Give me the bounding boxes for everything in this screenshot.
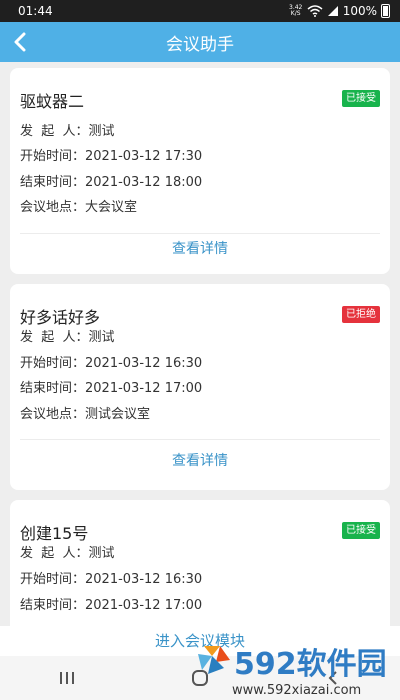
end-time-value: 2021-03-12 17:00: [85, 598, 203, 613]
initiator-value: 测试: [88, 546, 115, 561]
app-bar: 会议助手: [0, 22, 400, 62]
end-time-label: 结束时间：: [20, 175, 86, 190]
watermark-url: www.592xiazai.com: [232, 683, 361, 698]
start-time-value: 2021-03-12 16:30: [85, 572, 203, 587]
status-bar: 01:44 3.42 K/S 100%: [0, 0, 400, 22]
initiator-value: 测试: [88, 330, 115, 345]
recent-apps-button[interactable]: [37, 663, 97, 693]
watermark-logo: [198, 646, 230, 674]
end-time-value: 2021-03-12 18:00: [85, 175, 203, 190]
initiator-label: 发 起 人：: [20, 124, 89, 139]
view-details-link[interactable]: 查看详情: [10, 450, 390, 472]
meeting-title: 驱蚊器二: [20, 92, 85, 111]
end-time-value: 2021-03-12 17:00: [85, 381, 203, 396]
back-button[interactable]: [8, 28, 32, 56]
status-icons: 3.42 K/S 100%: [289, 4, 390, 18]
watermark-brand: 592软件园: [234, 647, 387, 682]
location-value: 测试会议室: [85, 407, 151, 422]
location-row: 会议地点：测试会议室: [20, 405, 150, 425]
start-time-label: 开始时间：: [20, 572, 86, 587]
initiator-value: 测试: [88, 124, 115, 139]
end-time-row: 结束时间：2021-03-12 17:00: [20, 596, 202, 616]
start-time-label: 开始时间：: [20, 149, 86, 164]
status-badge: 已接受: [342, 522, 380, 539]
site-watermark: 592软件园 www.592xiazai.com: [198, 646, 387, 698]
signal-icon: [327, 6, 338, 16]
location-row: 会议地点：大会议室: [20, 198, 137, 218]
start-time-row: 开始时间：2021-03-12 16:30: [20, 570, 202, 590]
divider: [20, 439, 380, 440]
start-time-value: 2021-03-12 17:30: [85, 149, 203, 164]
recent-apps-icon: [59, 672, 74, 684]
start-time-row: 开始时间：2021-03-12 17:30: [20, 147, 202, 167]
back-arrow-icon: [14, 32, 26, 52]
status-badge: 已拒绝: [342, 306, 380, 323]
initiator-row: 发 起 人：测试: [20, 544, 115, 564]
initiator-label: 发 起 人：: [20, 330, 89, 345]
end-time-row: 结束时间：2021-03-12 18:00: [20, 173, 202, 193]
view-details-link[interactable]: 查看详情: [10, 238, 390, 260]
start-time-row: 开始时间：2021-03-12 16:30: [20, 354, 202, 374]
end-time-label: 结束时间：: [20, 598, 86, 613]
location-value: 大会议室: [85, 200, 138, 215]
battery-icon: [381, 4, 390, 18]
initiator-row: 发 起 人：测试: [20, 328, 115, 348]
divider: [20, 233, 380, 234]
page-title: 会议助手: [166, 34, 234, 55]
location-label: 会议地点：: [20, 407, 86, 422]
start-time-label: 开始时间：: [20, 356, 86, 371]
initiator-row: 发 起 人：测试: [20, 122, 115, 142]
meeting-title: 好多话好多: [20, 308, 101, 327]
meeting-card[interactable]: 驱蚊器二 已接受 发 起 人：测试 开始时间：2021-03-12 17:30 …: [10, 68, 390, 274]
wifi-icon: [307, 5, 323, 17]
initiator-label: 发 起 人：: [20, 546, 89, 561]
battery-level: 100%: [342, 4, 377, 18]
network-speed: 3.42 K/S: [289, 4, 303, 17]
status-badge: 已接受: [342, 90, 380, 107]
start-time-value: 2021-03-12 16:30: [85, 356, 203, 371]
status-time: 01:44: [18, 4, 53, 18]
end-time-label: 结束时间：: [20, 381, 86, 396]
end-time-row: 结束时间：2021-03-12 17:00: [20, 379, 202, 399]
location-label: 会议地点：: [20, 200, 86, 215]
meeting-list[interactable]: 驱蚊器二 已接受 发 起 人：测试 开始时间：2021-03-12 17:30 …: [0, 62, 400, 650]
meeting-card[interactable]: 好多话好多 已拒绝 发 起 人：测试 开始时间：2021-03-12 16:30…: [10, 284, 390, 490]
meeting-title: 创建15号: [20, 524, 89, 543]
